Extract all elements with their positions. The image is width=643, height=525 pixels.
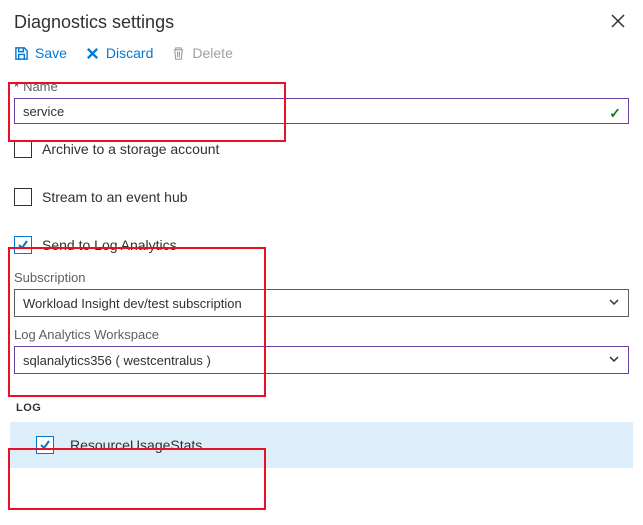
close-button[interactable] — [607, 10, 629, 35]
loganalytics-label: Send to Log Analytics — [42, 237, 177, 253]
subscription-label: Subscription — [14, 270, 629, 285]
archive-label: Archive to a storage account — [42, 141, 219, 157]
toolbar: Save Discard Delete — [0, 41, 643, 71]
log-item-checkbox[interactable] — [36, 436, 54, 454]
stream-checkbox[interactable] — [14, 188, 32, 206]
delete-label: Delete — [192, 45, 232, 61]
log-item-label: ResourceUsageStats — [70, 437, 202, 453]
name-input[interactable] — [14, 98, 629, 124]
loganalytics-checkbox[interactable] — [14, 236, 32, 254]
valid-check-icon: ✓ — [609, 105, 621, 122]
chevron-down-icon — [608, 296, 620, 311]
save-button[interactable]: Save — [14, 45, 67, 61]
log-heading: LOG — [0, 384, 643, 422]
stream-label: Stream to an event hub — [42, 189, 188, 205]
close-icon — [611, 14, 625, 28]
workspace-block: Log Analytics Workspace sqlanalytics356 … — [0, 319, 643, 384]
save-icon — [14, 46, 29, 61]
archive-checkbox[interactable] — [14, 140, 32, 158]
check-icon — [39, 439, 51, 451]
delete-icon — [171, 46, 186, 61]
log-item-row[interactable]: ResourceUsageStats — [10, 422, 633, 468]
chevron-down-icon — [608, 353, 620, 368]
name-label: *Name — [14, 79, 629, 94]
name-section: *Name ✓ — [0, 71, 643, 128]
check-icon — [17, 239, 29, 251]
subscription-block: Subscription Workload Insight dev/test s… — [0, 266, 643, 319]
workspace-label: Log Analytics Workspace — [14, 327, 629, 342]
subscription-select[interactable]: Workload Insight dev/test subscription — [14, 289, 629, 317]
archive-row: Archive to a storage account — [0, 128, 643, 170]
loganalytics-row: Send to Log Analytics — [0, 218, 643, 266]
required-star: * — [14, 79, 19, 94]
stream-row: Stream to an event hub — [0, 170, 643, 218]
page-title: Diagnostics settings — [14, 12, 174, 33]
discard-label: Discard — [106, 45, 153, 61]
discard-icon — [85, 46, 100, 61]
subscription-value: Workload Insight dev/test subscription — [23, 296, 242, 311]
workspace-select[interactable]: sqlanalytics356 ( westcentralus ) — [14, 346, 629, 374]
delete-button: Delete — [171, 45, 232, 61]
workspace-value: sqlanalytics356 ( westcentralus ) — [23, 353, 211, 368]
save-label: Save — [35, 45, 67, 61]
discard-button[interactable]: Discard — [85, 45, 153, 61]
